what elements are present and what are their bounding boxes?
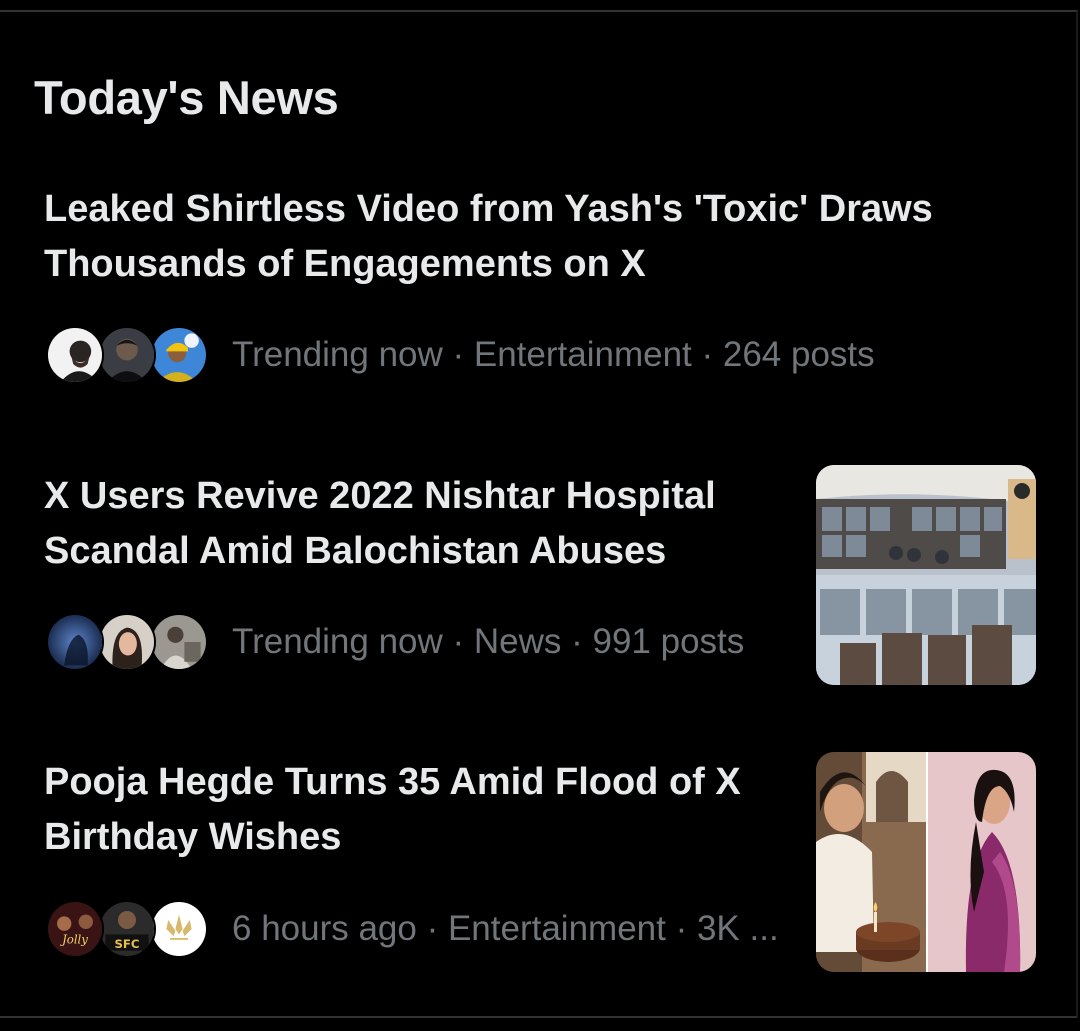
avatar-stack <box>46 611 208 673</box>
headline-line: Leaked Shirtless Video from Yash's 'Toxi… <box>44 188 933 230</box>
news-meta: 6 hours ago · Entertainment · 3K ... <box>232 909 779 948</box>
avatar <box>150 613 208 671</box>
news-thumbnail <box>816 465 1036 685</box>
headline-line: Thousands of Engagements on X <box>44 243 646 285</box>
headline-line: Birthday Wishes <box>44 816 342 858</box>
news-meta: Trending now · Entertainment · 264 posts <box>232 335 875 374</box>
avatar-text: SFC <box>115 937 140 951</box>
news-headline: Pooja Hegde Turns 35 Amid Flood of X Bir… <box>44 755 741 865</box>
avatar-stack <box>46 324 208 386</box>
avatar-text: Jolly <box>60 932 88 946</box>
avatar <box>150 326 208 384</box>
section-title: Today's News <box>34 71 339 124</box>
avatar <box>98 326 156 384</box>
news-meta-row: Trending now · Entertainment · 264 posts <box>46 324 875 386</box>
avatar <box>98 613 156 671</box>
news-meta-row: Jolly SFC 6 hours ago · Entertainment · … <box>46 898 779 960</box>
avatar <box>150 900 208 958</box>
headline-line: X Users Revive 2022 Nishtar Hospital <box>44 475 716 517</box>
news-meta: Trending now · News · 991 posts <box>232 622 745 661</box>
avatar <box>46 326 104 384</box>
news-headline: Leaked Shirtless Video from Yash's 'Toxi… <box>44 182 933 292</box>
news-headline: X Users Revive 2022 Nishtar Hospital Sca… <box>44 469 716 579</box>
headline-line: Scandal Amid Balochistan Abuses <box>44 530 667 572</box>
news-thumbnail <box>816 752 1036 972</box>
news-meta-row: Trending now · News · 991 posts <box>46 611 744 673</box>
avatar: SFC <box>98 900 156 958</box>
headline-line: Pooja Hegde Turns 35 Amid Flood of X <box>44 761 741 803</box>
avatar <box>46 613 104 671</box>
avatar-stack: Jolly SFC <box>46 898 208 960</box>
avatar: Jolly <box>46 900 104 958</box>
